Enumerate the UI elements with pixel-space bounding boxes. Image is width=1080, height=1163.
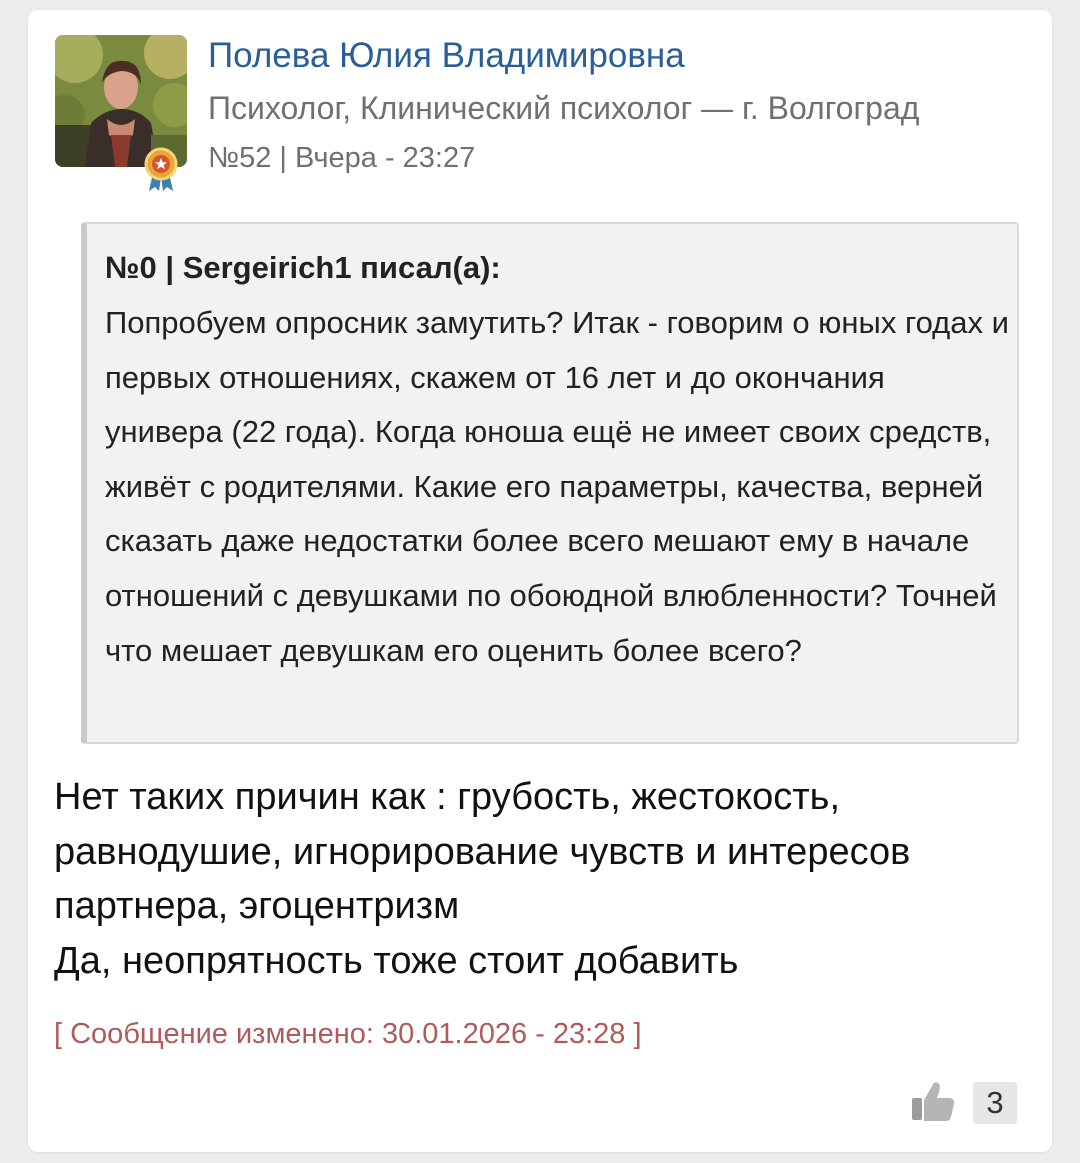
quote-body: Попробуем опросник замутить? Итак - гово… (105, 305, 1009, 668)
message-paragraph: Нет таких причин как : грубость, жестоко… (54, 776, 911, 927)
quote-block: №0 | Sergeirich1 писал(а): Попробуем опр… (81, 222, 1019, 744)
like-count[interactable]: 3 (973, 1082, 1017, 1124)
award-medal-icon (143, 147, 179, 191)
message-body: Нет таких причин как : грубость, жестоко… (54, 770, 1034, 988)
author-name[interactable]: Полева Юлия Владимировна (208, 36, 685, 76)
post-meta: №52 | Вчера - 23:27 (208, 142, 476, 174)
quote-header: №0 | Sergeirich1 писал(а): (105, 250, 501, 285)
post-card: Полева Юлия Владимировна Психолог, Клини… (28, 10, 1052, 1152)
author-avatar-block[interactable] (55, 35, 187, 191)
message-paragraph: Да, неопрятность тоже стоит добавить (54, 939, 739, 982)
edited-note: [ Сообщение изменено: 30.01.2026 - 23:28… (54, 1018, 642, 1050)
author-role: Психолог, Клинический психолог — г. Волг… (208, 90, 920, 126)
thumbs-up-icon[interactable] (910, 1078, 956, 1124)
